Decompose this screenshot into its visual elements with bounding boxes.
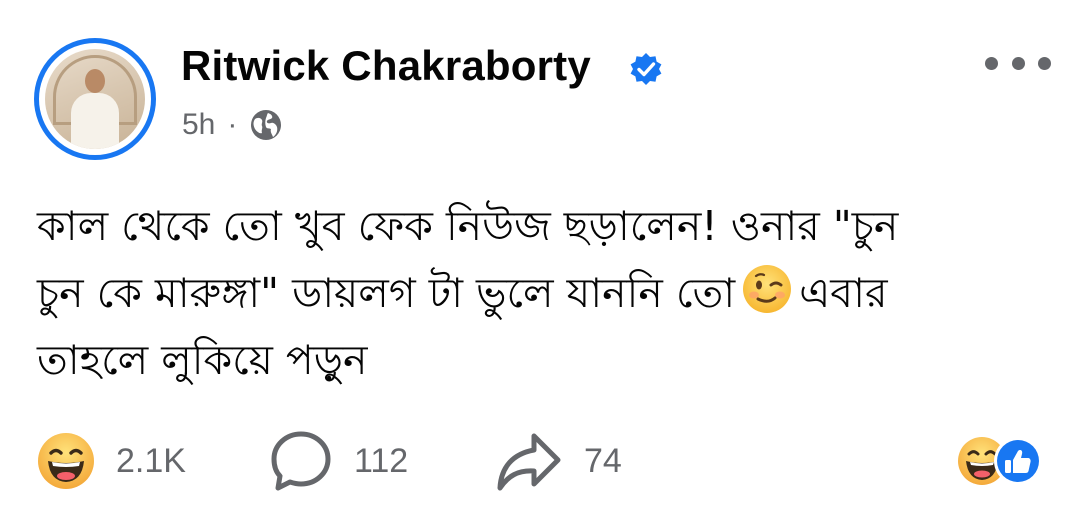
post-text-line: তাহলে লুকিয়ে পড়ুন (37, 336, 368, 384)
post-text-line: চুন কে মারুঙ্গা" ডায়লগ টা ভুলে যাননি তো… (37, 260, 1047, 327)
verified-badge-icon (630, 53, 662, 85)
more-dot-icon (1038, 56, 1051, 70)
comment-bubble-icon (271, 431, 331, 491)
more-dot-icon (1011, 56, 1025, 70)
profile-photo (45, 49, 145, 149)
like-thumb-icon (994, 437, 1042, 485)
globe-icon (251, 110, 282, 140)
author-name[interactable]: Ritwick Chakraborty (181, 42, 591, 90)
reaction-summary-icons (958, 437, 1042, 485)
more-options-button[interactable] (985, 56, 1051, 70)
reaction-summary[interactable] (956, 434, 1046, 488)
post-time[interactable]: 5h (182, 108, 215, 142)
meta-separator: · (227, 108, 238, 141)
post-meta: 5h · (182, 108, 283, 142)
react-button[interactable]: 2.1K (36, 428, 186, 494)
comments-count[interactable]: 112 (354, 442, 408, 481)
share-arrow-icon (497, 433, 561, 491)
reactions-count[interactable]: 2.1K (116, 442, 186, 481)
share-button[interactable]: 74 (494, 428, 622, 494)
winking-face-emoji (743, 265, 792, 313)
post-actions-bar: 2.1K 112 74 (0, 428, 1080, 494)
post-text-line: কাল থেকে তো খুব ফেক নিউজ ছড়ালেন! ওনার "… (37, 202, 899, 250)
comment-button[interactable]: 112 (268, 428, 408, 494)
laughing-face-icon (38, 433, 94, 489)
post-text-segment: এবার (799, 269, 888, 317)
avatar[interactable] (34, 38, 156, 160)
post-text-segment: চুন কে মারুঙ্গা" ডায়লগ টা ভুলে যাননি তো (37, 269, 736, 317)
shares-count[interactable]: 74 (584, 442, 622, 481)
post-text: কাল থেকে তো খুব ফেক নিউজ ছড়ালেন! ওনার "… (37, 193, 1047, 394)
more-dot-icon (985, 56, 998, 70)
